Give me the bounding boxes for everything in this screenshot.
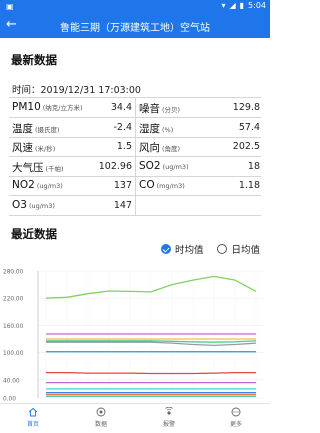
param-name: PM10 (纳克/立方米) [12, 101, 83, 113]
param-value: 129.8 [232, 102, 260, 113]
latest-data-grid: PM10 (纳克/立方米) 34.4 噪音 (分贝) 129.8 温度 (摄氏度) -2.4 湿度… [9, 97, 262, 216]
param-unit: (纳克/立方米) [42, 104, 83, 112]
y-tick-label: 280.00 [3, 270, 24, 276]
y-tick-label: 220.00 [3, 297, 24, 303]
param-label: SO2 [139, 159, 161, 172]
data-cell: NO2 (ug/m3) 137 [9, 176, 136, 196]
tab-more[interactable]: 更多 [216, 407, 256, 428]
param-unit: (ug/m3) [36, 182, 63, 191]
hourly-label[interactable]: 时均值 [175, 242, 204, 256]
data-cell: 大气压 (千帕) 102.96 [9, 156, 136, 176]
param-unit: (角度) [162, 145, 181, 154]
param-value: 137 [113, 180, 132, 192]
y-tick-label: 0.00 [3, 397, 16, 403]
data-cell: 湿度 (%) 57.4 [136, 118, 262, 137]
data-cell: O3 (ug/m3) 147 [9, 196, 136, 215]
param-name: 风向 (角度) [139, 140, 180, 155]
param-value: 102.96 [98, 160, 132, 172]
param-name: NO2 (ug/m3) [12, 179, 63, 191]
data-cell: CO (mg/m3) 1.18 [136, 176, 262, 195]
param-unit: (ug/m3) [162, 162, 189, 171]
data-row: 风速 (米/秒) 1.5 风向 (角度) 202.5 [9, 137, 262, 158]
data-row: 温度 (摄氏度) -2.4 湿度 (%) 57.4 [9, 117, 262, 138]
latest-data-title: 最新数据 [11, 53, 57, 67]
param-value: 202.5 [232, 141, 260, 153]
recent-data-title: 最近数据 [11, 227, 57, 241]
data-cell: PM10 (纳克/立方米) 34.4 [9, 98, 136, 117]
data-cell: 风速 (米/秒) 1.5 [9, 137, 136, 157]
daily-label[interactable]: 日均值 [231, 242, 260, 256]
tab-home[interactable]: 首页 [13, 407, 53, 428]
param-label: 风向 [139, 142, 160, 155]
data-icon [81, 407, 121, 417]
param-label: NO2 [12, 179, 35, 192]
param-label: 风速 [12, 142, 33, 155]
tab-label: 报警 [162, 421, 175, 428]
app-bar: ← 鲁能三期（万源建筑工地）空气站 [0, 13, 270, 38]
param-unit: (%) [162, 125, 174, 134]
param-name: 大气压 (千帕) [12, 160, 64, 175]
page-title: 鲁能三期（万源建筑工地）空气站 [60, 23, 210, 34]
average-options: 时均值 日均值 [160, 242, 260, 256]
param-unit: (摄氏度) [35, 125, 60, 134]
y-tick-label: 40.00 [3, 378, 20, 384]
data-cell: 温度 (摄氏度) -2.4 [9, 117, 136, 137]
param-name: SO2 (ug/m3) [139, 160, 189, 172]
param-label: O3 [12, 199, 27, 211]
data-row: NO2 (ug/m3) 137 CO (mg/m3) 1.18 [9, 176, 262, 197]
y-tick-label: 100.00 [3, 351, 24, 357]
status-time: 5:04 [248, 1, 266, 10]
notification-icon: ▣ [6, 2, 14, 11]
param-name: 温度 (摄氏度) [12, 121, 60, 136]
param-label: 噪音 [139, 103, 160, 115]
param-label: 温度 [12, 122, 33, 135]
data-cell: 风向 (角度) 202.5 [136, 137, 262, 156]
param-unit: (ug/m3) [28, 202, 55, 210]
param-value: 18 [247, 160, 260, 172]
hourly-radio[interactable] [160, 244, 171, 254]
param-value: 1.18 [238, 180, 260, 192]
tab-data[interactable]: 数据 [81, 407, 121, 428]
alarm-icon [149, 407, 189, 417]
recent-data-chart: 0.00 40.00 100.00 160.00 220.00 280.00 [3, 270, 264, 403]
wifi-icon: ▾ [221, 1, 226, 10]
latest-time: 时间：2019/12/31 17:03:00 [12, 85, 141, 96]
param-name: O3 (ug/m3) [12, 199, 55, 211]
param-name: 风速 (米/秒) [12, 140, 55, 155]
daily-radio[interactable] [217, 244, 228, 254]
param-unit: (米/秒) [35, 145, 56, 154]
param-label: CO [139, 179, 155, 192]
signal-icon: ◢ [229, 1, 236, 10]
param-value: -2.4 [113, 121, 132, 133]
data-cell: 噪音 (分贝) 129.8 [136, 98, 262, 117]
home-icon [13, 407, 53, 417]
data-row: PM10 (纳克/立方米) 34.4 噪音 (分贝) 129.8 [9, 98, 261, 118]
param-name: 湿度 (%) [139, 121, 173, 136]
param-name: CO (mg/m3) [139, 179, 185, 191]
param-unit: (mg/m3) [156, 182, 185, 191]
param-unit: (分贝) [162, 106, 181, 114]
param-value: 147 [113, 200, 132, 211]
data-cell: SO2 (ug/m3) 18 [136, 157, 262, 176]
tab-alarm[interactable]: 报警 [149, 407, 189, 428]
tab-label: 更多 [229, 421, 242, 428]
y-tick-label: 160.00 [3, 324, 24, 330]
tab-bar: 首页 数据 报警 更多 [0, 403, 270, 433]
param-label: PM10 [12, 101, 41, 113]
tab-label: 首页 [26, 421, 39, 428]
param-value: 57.4 [238, 121, 260, 133]
param-unit: (千帕) [45, 164, 64, 173]
param-label: 大气压 [12, 161, 44, 174]
status-bar: ▣ ▾ ◢ ▮ 5:04 [0, 0, 270, 13]
battery-icon: ▮ [239, 1, 245, 10]
param-name: 噪音 (分贝) [139, 101, 180, 116]
param-value: 34.4 [110, 102, 132, 113]
data-row: 大气压 (千帕) 102.96 SO2 (ug/m3) 18 [9, 156, 262, 177]
tab-label: 数据 [94, 421, 107, 428]
param-label: 湿度 [139, 122, 160, 135]
param-value: 1.5 [116, 141, 132, 153]
more-icon [216, 407, 256, 417]
data-row: O3 (ug/m3) 147 [9, 196, 261, 216]
